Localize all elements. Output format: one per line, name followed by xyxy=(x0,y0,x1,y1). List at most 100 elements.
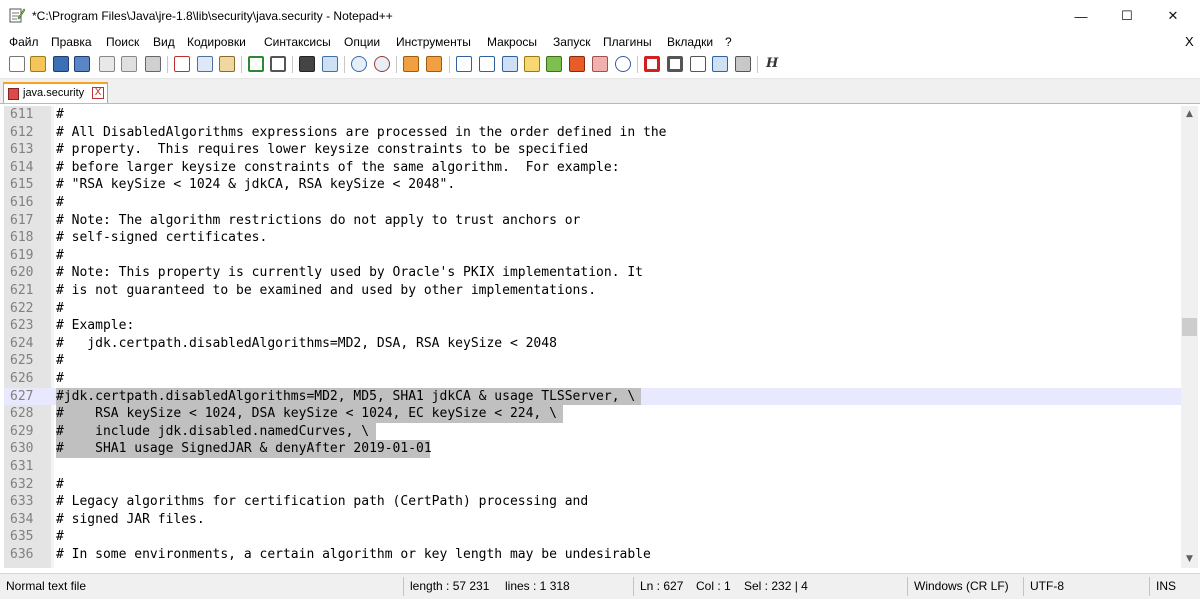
scroll-up-icon[interactable]: ▲ xyxy=(1181,106,1198,123)
doc-map-icon[interactable] xyxy=(546,56,562,72)
status-separator xyxy=(403,577,404,596)
menu-edit[interactable]: Правка xyxy=(51,35,92,49)
code-line: 630 # SHA1 usage SignedJAR & denyAfter 20… xyxy=(4,440,1181,458)
show-all-chars-icon[interactable] xyxy=(479,56,495,72)
close-document-button[interactable]: X xyxy=(1185,34,1194,49)
line-number: 628 xyxy=(10,406,34,422)
udl-icon[interactable] xyxy=(524,56,540,72)
line-number: 627 xyxy=(10,388,34,404)
code-text: # self-signed certificates. xyxy=(56,230,268,246)
status-lines: lines : 1 318 xyxy=(505,579,570,593)
minimize-button[interactable]: — xyxy=(1058,0,1104,32)
code-line: 635 # xyxy=(4,528,1181,546)
status-eol[interactable]: Windows (CR LF) xyxy=(914,579,1009,593)
toolbar-separator xyxy=(167,56,168,73)
monitoring-icon[interactable] xyxy=(615,56,631,72)
status-col: Col : 1 xyxy=(696,579,731,593)
run-macro-multiple-icon[interactable] xyxy=(712,56,728,72)
code-text: # before larger keysize constraints of t… xyxy=(56,159,620,175)
code-text: # xyxy=(56,371,64,386)
menu-language[interactable]: Синтаксисы xyxy=(264,35,331,49)
hex-icon[interactable]: H xyxy=(766,56,778,71)
line-number: 619 xyxy=(10,247,34,263)
close-icon[interactable] xyxy=(99,56,115,72)
undo-icon[interactable] xyxy=(248,56,264,72)
code-line: 628 # RSA keySize < 1024, DSA keySize < 1… xyxy=(4,405,1181,423)
replace-icon[interactable] xyxy=(322,56,338,72)
line-number: 634 xyxy=(10,511,34,527)
menu-help[interactable]: ? xyxy=(725,35,732,49)
print-icon[interactable] xyxy=(145,56,161,72)
line-number: 631 xyxy=(10,459,34,474)
line-number: 622 xyxy=(10,300,34,316)
toolbar-separator xyxy=(637,56,638,73)
toolbar: H xyxy=(0,52,1200,79)
line-number: 617 xyxy=(10,212,34,228)
tab-java-security[interactable]: java.security X xyxy=(3,82,108,103)
status-separator xyxy=(907,577,908,596)
status-bar: Normal text file length : 57 231 lines :… xyxy=(0,573,1200,599)
function-list-icon[interactable] xyxy=(569,56,585,72)
code-line: 621 # is not guaranteed to be examined an… xyxy=(4,282,1181,300)
line-number: 615 xyxy=(10,177,34,193)
code-line: 626 # xyxy=(4,370,1181,388)
menu-macro[interactable]: Макросы xyxy=(487,35,537,49)
status-insert-mode[interactable]: INS xyxy=(1156,579,1176,593)
close-window-button[interactable]: ✕ xyxy=(1150,0,1196,32)
play-macro-icon[interactable] xyxy=(690,56,706,72)
menu-tools[interactable]: Инструменты xyxy=(396,35,471,49)
line-number: 625 xyxy=(10,353,34,369)
code-text: # RSA keySize < 1024, DSA keySize < 1024… xyxy=(56,406,565,422)
scroll-down-icon[interactable]: ▼ xyxy=(1181,551,1198,568)
code-text: #jdk.certpath.disabledAlgorithms=MD2, MD… xyxy=(56,388,643,404)
code-line: 636 # In some environments, a certain alg… xyxy=(4,546,1181,564)
sync-horizontal-icon[interactable] xyxy=(426,56,442,72)
code-line: 612 # All DisabledAlgorithms expressions … xyxy=(4,124,1181,142)
title-bar: *C:\Program Files\Java\jre-1.8\lib\secur… xyxy=(0,0,1200,32)
menu-plugins[interactable]: Плагины xyxy=(603,35,652,49)
line-number: 626 xyxy=(10,371,34,386)
stop-record-icon[interactable] xyxy=(667,56,683,72)
save-macro-icon[interactable] xyxy=(735,56,751,72)
code-text: # signed JAR files. xyxy=(56,511,205,527)
code-line: 624 # jdk.certpath.disabledAlgorithms=MD2… xyxy=(4,335,1181,353)
word-wrap-icon[interactable] xyxy=(456,56,472,72)
menu-window[interactable]: Вкладки xyxy=(667,35,713,49)
record-macro-icon[interactable] xyxy=(644,56,660,72)
code-line: 633 # Legacy algorithms for certification… xyxy=(4,493,1181,511)
window-title: *C:\Program Files\Java\jre-1.8\lib\secur… xyxy=(32,9,393,23)
close-all-icon[interactable] xyxy=(121,56,137,72)
copy-icon[interactable] xyxy=(197,56,213,72)
editor[interactable]: 611 #612 # All DisabledAlgorithms expressi… xyxy=(4,106,1181,568)
menu-settings[interactable]: Опции xyxy=(344,35,380,49)
redo-icon[interactable] xyxy=(270,56,286,72)
status-file-type: Normal text file xyxy=(6,579,87,593)
menu-view[interactable]: Вид xyxy=(153,35,175,49)
paste-icon[interactable] xyxy=(219,56,235,72)
tab-label: java.security xyxy=(23,87,85,99)
indent-guide-icon[interactable] xyxy=(502,56,518,72)
new-file-icon[interactable] xyxy=(9,56,25,72)
menu-file[interactable]: Файл xyxy=(9,35,39,49)
maximize-button[interactable]: ☐ xyxy=(1104,0,1150,32)
code-line: 623 # Example: xyxy=(4,317,1181,335)
cut-icon[interactable] xyxy=(174,56,190,72)
status-encoding[interactable]: UTF-8 xyxy=(1030,579,1064,593)
code-line: 615 # "RSA keySize < 1024 & jdkCA, RSA ke… xyxy=(4,176,1181,194)
open-file-icon[interactable] xyxy=(30,56,46,72)
scroll-thumb[interactable] xyxy=(1182,318,1197,336)
sync-vertical-icon[interactable] xyxy=(403,56,419,72)
line-number: 624 xyxy=(10,335,34,351)
zoom-in-icon[interactable] xyxy=(351,56,367,72)
find-icon[interactable] xyxy=(299,56,315,72)
folder-workspace-icon[interactable] xyxy=(592,56,608,72)
code-text: # Example: xyxy=(56,318,135,334)
vertical-scrollbar[interactable]: ▲ ▼ xyxy=(1181,106,1198,568)
menu-search[interactable]: Поиск xyxy=(106,35,139,49)
zoom-out-icon[interactable] xyxy=(374,56,390,72)
tab-close-button[interactable]: X xyxy=(92,87,104,99)
menu-run[interactable]: Запуск xyxy=(553,35,591,49)
save-all-icon[interactable] xyxy=(74,56,90,72)
save-icon[interactable] xyxy=(53,56,69,72)
menu-encoding[interactable]: Кодировки xyxy=(187,35,246,49)
